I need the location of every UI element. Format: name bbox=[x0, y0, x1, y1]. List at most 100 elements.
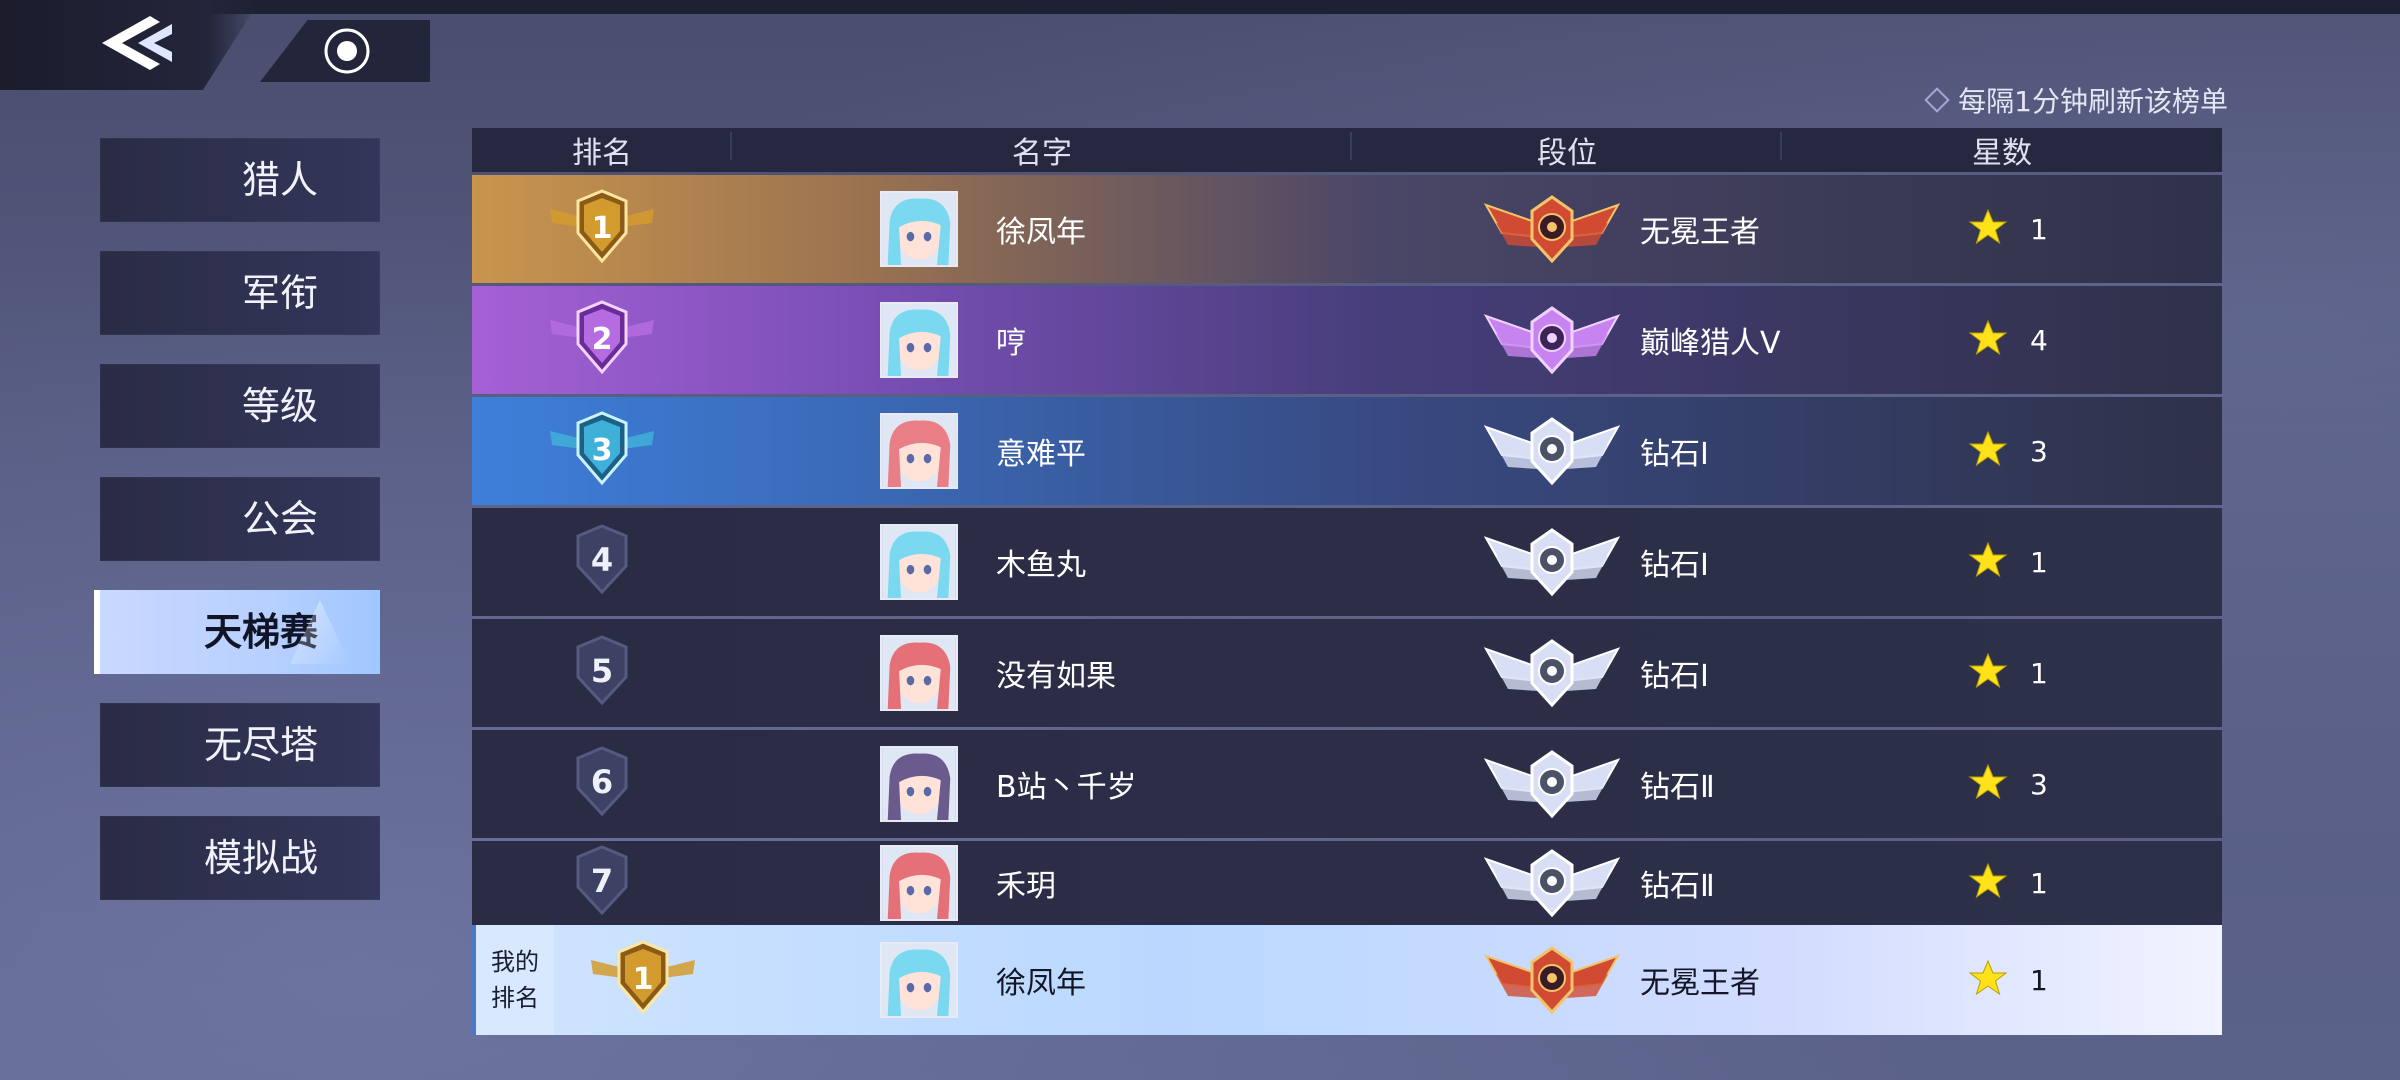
player-cell: 徐凤年 bbox=[732, 175, 1352, 283]
stars-cell: 4 bbox=[1782, 286, 2222, 394]
col-rank-header: 排名 bbox=[472, 128, 732, 172]
rank-badge: 3 bbox=[472, 397, 732, 505]
star-icon bbox=[1968, 762, 2008, 806]
table-row[interactable]: 1 徐凤年 无冕王者 1 bbox=[472, 175, 2222, 283]
tier-cell: 钻石Ⅱ bbox=[1352, 730, 1782, 838]
rank-badge: 7 bbox=[472, 841, 732, 925]
top-bar bbox=[0, 0, 2400, 14]
menu-item-guild[interactable]: 公会 bbox=[100, 477, 380, 561]
table-row[interactable]: 3 意难平 钻石Ⅰ 3 bbox=[472, 397, 2222, 505]
rank-badge-icon: 5 bbox=[542, 631, 662, 715]
player-cell: 没有如果 bbox=[732, 619, 1352, 727]
menu-item-endless-tower[interactable]: 无尽塔 bbox=[100, 703, 380, 787]
table-row[interactable]: 7 禾玥 钻石Ⅱ 1 bbox=[472, 841, 2222, 925]
svg-text:1: 1 bbox=[592, 211, 613, 246]
star-icon bbox=[1968, 429, 2008, 473]
svg-text:5: 5 bbox=[591, 652, 613, 690]
my-rank-row[interactable]: 我的 排名 1 徐凤年 无冕王者 1 bbox=[472, 925, 2222, 1035]
stars-cell: 3 bbox=[1782, 397, 2222, 505]
tier-cell: 无冕王者 bbox=[1352, 925, 1782, 1035]
player-name: 哼 bbox=[996, 326, 1026, 361]
player-name: B站丶千岁 bbox=[996, 770, 1137, 805]
rank-badge-icon: 1 bbox=[583, 938, 703, 1022]
svg-text:4: 4 bbox=[591, 541, 613, 579]
rank-badge-icon: 7 bbox=[542, 841, 662, 925]
menu-item-military-rank[interactable]: 军衔 bbox=[100, 251, 380, 335]
star-icon bbox=[1968, 207, 2008, 251]
tier-name: 钻石Ⅰ bbox=[1640, 437, 1709, 472]
svg-text:2: 2 bbox=[592, 322, 613, 357]
tier-cell: 钻石Ⅱ bbox=[1352, 841, 1782, 925]
table-header: 排名 名字 段位 星数 bbox=[472, 128, 2222, 172]
refresh-notice: 每隔1分钟刷新该榜单 bbox=[1924, 80, 2228, 120]
table-row[interactable]: 4 木鱼丸 钻石Ⅰ 1 bbox=[472, 508, 2222, 616]
category-menu: 猎人 军衔 等级 公会 天梯赛 无尽塔 模拟战 bbox=[94, 138, 380, 929]
star-icon bbox=[1968, 651, 2008, 695]
tier-emblem-icon bbox=[1482, 187, 1622, 271]
player-name: 徐凤年 bbox=[996, 215, 1086, 250]
player-cell: 意难平 bbox=[732, 397, 1352, 505]
rank-badge: 5 bbox=[472, 619, 732, 727]
rank-badge: 2 bbox=[472, 286, 732, 394]
star-count: 1 bbox=[2030, 866, 2048, 900]
menu-item-level[interactable]: 等级 bbox=[100, 364, 380, 448]
player-name: 徐凤年 bbox=[996, 966, 1086, 1001]
star-count: 1 bbox=[2030, 656, 2048, 690]
col-name-header: 名字 bbox=[732, 128, 1352, 172]
player-name: 木鱼丸 bbox=[996, 548, 1086, 583]
tier-emblem-icon bbox=[1482, 938, 1622, 1022]
my-rank-label-line1: 我的 bbox=[491, 948, 539, 976]
my-rank-label: 我的 排名 bbox=[472, 925, 554, 1035]
star-icon bbox=[1968, 540, 2008, 584]
refresh-notice-text: 每隔1分钟刷新该榜单 bbox=[1958, 85, 2228, 118]
rank-badge: 4 bbox=[472, 508, 732, 616]
tier-name: 巅峰猎人Ⅴ bbox=[1640, 326, 1781, 361]
stars-cell: 3 bbox=[1782, 730, 2222, 838]
avatar[interactable] bbox=[880, 413, 958, 489]
menu-item-hunter[interactable]: 猎人 bbox=[100, 138, 380, 222]
menu-item-ladder[interactable]: 天梯赛 bbox=[94, 590, 380, 674]
avatar[interactable] bbox=[880, 302, 958, 378]
star-count: 1 bbox=[2030, 545, 2048, 579]
rank-badge-icon: 6 bbox=[542, 742, 662, 826]
svg-text:1: 1 bbox=[633, 962, 654, 997]
tier-name: 钻石Ⅱ bbox=[1640, 770, 1715, 805]
rank-badge-icon: 1 bbox=[542, 187, 662, 271]
tier-emblem-icon bbox=[1482, 631, 1622, 715]
menu-item-simulation[interactable]: 模拟战 bbox=[100, 816, 380, 900]
player-cell: 哼 bbox=[732, 286, 1352, 394]
tier-cell: 钻石Ⅰ bbox=[1352, 508, 1782, 616]
back-chevron-icon[interactable] bbox=[88, 10, 188, 76]
table-row[interactable]: 6 B站丶千岁 钻石Ⅱ 3 bbox=[472, 730, 2222, 838]
star-count: 3 bbox=[2030, 434, 2048, 468]
player-cell: B站丶千岁 bbox=[732, 730, 1352, 838]
tier-cell: 巅峰猎人Ⅴ bbox=[1352, 286, 1782, 394]
avatar[interactable] bbox=[880, 746, 958, 822]
stars-cell: 1 bbox=[1782, 175, 2222, 283]
tier-emblem-icon bbox=[1482, 520, 1622, 604]
avatar[interactable] bbox=[880, 635, 958, 711]
record-icon[interactable] bbox=[322, 26, 372, 76]
tier-name: 无冕王者 bbox=[1640, 215, 1760, 250]
avatar[interactable] bbox=[880, 191, 958, 267]
star-count: 4 bbox=[2030, 323, 2048, 357]
tier-name: 钻石Ⅰ bbox=[1640, 659, 1709, 694]
star-icon bbox=[1968, 958, 2008, 1002]
rank-badge: 6 bbox=[472, 730, 732, 838]
tier-emblem-icon bbox=[1482, 742, 1622, 826]
avatar[interactable] bbox=[880, 524, 958, 600]
avatar[interactable] bbox=[880, 845, 958, 921]
leaderboard-table: 排名 名字 段位 星数 1 徐凤年 无冕王者 1 2 哼 巅峰猎人Ⅴ 4 3 意… bbox=[472, 128, 2222, 1035]
avatar[interactable] bbox=[880, 942, 958, 1018]
table-row[interactable]: 5 没有如果 钻石Ⅰ 1 bbox=[472, 619, 2222, 727]
table-row[interactable]: 2 哼 巅峰猎人Ⅴ 4 bbox=[472, 286, 2222, 394]
tier-cell: 钻石Ⅰ bbox=[1352, 619, 1782, 727]
stars-cell: 1 bbox=[1782, 841, 2222, 925]
player-name: 禾玥 bbox=[996, 869, 1056, 904]
svg-text:7: 7 bbox=[591, 862, 613, 900]
tier-name: 无冕王者 bbox=[1640, 966, 1760, 1001]
rank-badge-icon: 2 bbox=[542, 298, 662, 382]
svg-text:6: 6 bbox=[591, 763, 613, 801]
svg-text:3: 3 bbox=[592, 433, 613, 468]
stars-cell: 1 bbox=[1782, 925, 2222, 1035]
